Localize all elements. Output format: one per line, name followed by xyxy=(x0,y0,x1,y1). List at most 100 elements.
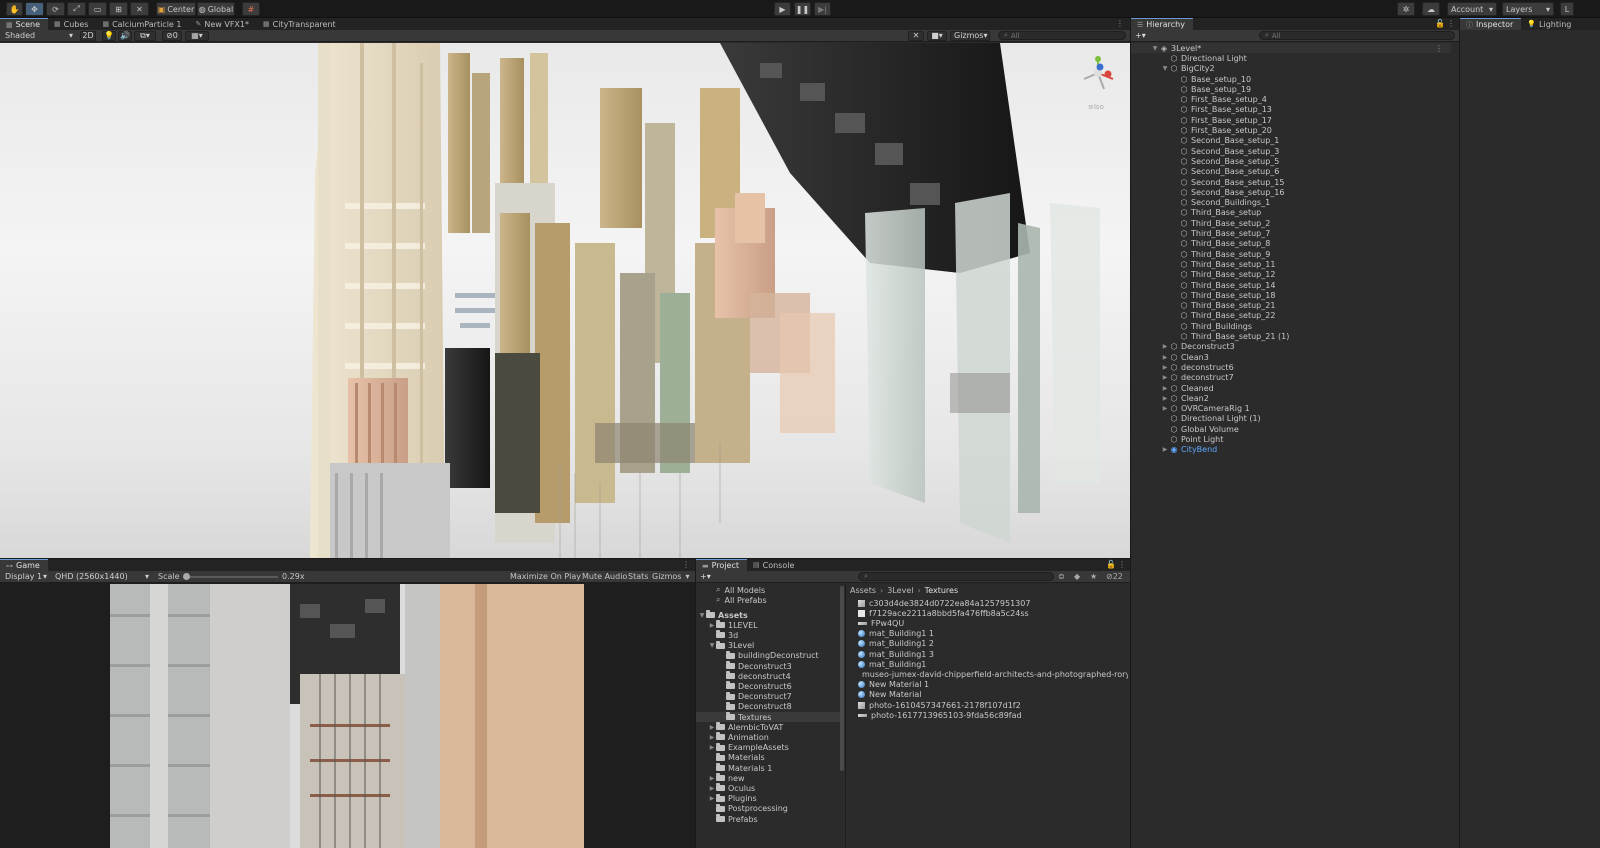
collapse-arrow-icon[interactable]: ▶ xyxy=(708,795,716,802)
expand-arrow-icon[interactable]: ▼ xyxy=(708,642,716,649)
grid-snap-icon[interactable]: # xyxy=(242,2,260,16)
shading-mode-dropdown[interactable]: Shaded ▾ xyxy=(2,31,76,41)
hierarchy-item[interactable]: ⬡ First_Base_setup_17 xyxy=(1131,115,1451,125)
hierarchy-item[interactable]: ⬡ Base_setup_19 xyxy=(1131,84,1451,94)
hierarchy-item[interactable]: ⬡ Third_Buildings xyxy=(1131,321,1451,331)
breadcrumb-3level[interactable]: 3Level xyxy=(887,586,913,595)
favorite-all-prefabs[interactable]: ⌕ All Prefabs xyxy=(716,595,767,605)
scale-slider[interactable] xyxy=(183,573,278,580)
game-gizmos-dropdown[interactable]: Gizmos ▾ xyxy=(652,572,690,581)
folder-tree-item[interactable]: ▶ new xyxy=(696,773,840,783)
hierarchy-item[interactable]: ▶ ⬡ OVRCameraRig 1 xyxy=(1131,404,1451,414)
hierarchy-item[interactable]: ⬡ Third_Base_setup_8 xyxy=(1131,239,1451,249)
search-by-label-icon[interactable]: ◆ xyxy=(1074,572,1080,581)
hierarchy-item[interactable]: ⬡ Second_Base_setup_15 xyxy=(1131,177,1451,187)
rect-tool-icon[interactable]: ▭ xyxy=(88,2,107,16)
maximize-on-play-toggle[interactable]: Maximize On Play xyxy=(510,572,581,581)
collapse-arrow-icon[interactable]: ▶ xyxy=(708,724,716,731)
scene-viewport[interactable]: ≡Iso xyxy=(0,43,1130,558)
hierarchy-item[interactable]: ⬡ Global Volume xyxy=(1131,424,1451,434)
lock-icon[interactable]: 🔓 xyxy=(1106,560,1116,569)
2d-toggle[interactable]: 2D xyxy=(80,30,96,41)
add-object-icon[interactable]: +▾ xyxy=(1135,31,1146,40)
tab-calcium-particle[interactable]: ▦ CalciumParticle 1 xyxy=(96,18,189,30)
collapse-arrow-icon[interactable]: ▶ xyxy=(1161,405,1169,412)
collapse-arrow-icon[interactable]: ▶ xyxy=(708,734,716,741)
project-search-input[interactable]: ⌕ xyxy=(858,572,1054,581)
move-tool-icon[interactable]: ✥ xyxy=(25,2,44,16)
expand-arrow-icon[interactable]: ▼ xyxy=(1151,45,1159,52)
folder-tree-item[interactable]: Textures xyxy=(696,712,840,723)
hierarchy-item[interactable]: ▶ ◉ CityBend xyxy=(1131,445,1451,455)
asset-item[interactable]: New Material xyxy=(858,690,1128,700)
tab-console[interactable]: ▤ Console xyxy=(747,559,802,571)
tab-hierarchy[interactable]: ☰ Hierarchy xyxy=(1131,18,1193,30)
tab-inspector[interactable]: ⓘ Inspector xyxy=(1460,18,1522,30)
hierarchy-item[interactable]: ⬡ Second_Buildings_1 xyxy=(1131,198,1451,208)
hierarchy-item[interactable]: ⬡ Third_Base_setup_21 (1) xyxy=(1131,331,1451,341)
folder-tree-item[interactable]: 3d xyxy=(696,630,840,640)
pivot-global-toggle[interactable]: ◍ Global xyxy=(197,2,235,16)
collab-icon[interactable]: ✲ xyxy=(1397,2,1415,16)
hierarchy-item[interactable]: ⬡ Point Light xyxy=(1131,434,1451,444)
hierarchy-item[interactable]: ⬡ Second_Base_setup_1 xyxy=(1131,136,1451,146)
collapse-arrow-icon[interactable]: ▶ xyxy=(1161,364,1169,371)
hierarchy-item[interactable]: ⬡ First_Base_setup_20 xyxy=(1131,125,1451,135)
tab-city-transparent[interactable]: ▦ CityTransparent xyxy=(257,18,344,30)
folder-tree-item[interactable]: Deconstruct6 xyxy=(696,681,840,691)
hierarchy-item[interactable]: ⬡ Third_Base_setup_18 xyxy=(1131,290,1451,300)
hierarchy-item[interactable]: ▶ ⬡ Clean3 xyxy=(1131,352,1451,362)
account-dropdown[interactable]: Account ▾ xyxy=(1447,2,1497,16)
lock-icon[interactable]: 🔓 xyxy=(1435,19,1445,28)
scene-search-input[interactable]: ⌕ All xyxy=(998,31,1126,40)
folder-tree-item[interactable]: ▶ 1LEVEL xyxy=(696,620,840,630)
folder-tree-item[interactable]: Deconstruct8 xyxy=(696,701,840,712)
hierarchy-item[interactable]: ▶ ⬡ Clean2 xyxy=(1131,393,1451,403)
pause-button[interactable]: ❚❚ xyxy=(794,2,811,16)
create-asset-icon[interactable]: +▾ xyxy=(700,572,711,581)
asset-item[interactable]: mat_Building1 1 xyxy=(858,629,1128,639)
asset-item[interactable]: mat_Building1 2 xyxy=(858,639,1128,649)
hierarchy-item[interactable]: ▶ ⬡ deconstruct6 xyxy=(1131,362,1451,372)
step-button[interactable]: ▶| xyxy=(814,2,831,16)
game-viewport[interactable] xyxy=(110,584,584,848)
folder-tree-item[interactable]: Materials xyxy=(696,752,840,763)
projection-label[interactable]: ≡Iso xyxy=(1088,103,1104,111)
hierarchy-item[interactable]: ⬡ Third_Base_setup_22 xyxy=(1131,311,1451,321)
folder-tree-item[interactable]: ▶ ExampleAssets xyxy=(696,742,840,753)
tab-lighting[interactable]: 💡 Lighting xyxy=(1521,18,1579,30)
more-menu-icon[interactable]: ⋮ xyxy=(1116,19,1124,28)
folder-tree-item[interactable]: ▶ Oculus xyxy=(696,783,840,793)
asset-item[interactable]: photo-1617713965103-9fda56c89fad xyxy=(858,710,1128,720)
folder-tree-item[interactable]: Deconstruct3 xyxy=(696,661,840,671)
mute-audio-toggle[interactable]: Mute Audio xyxy=(582,572,627,581)
layers-dropdown[interactable]: Layers ▾ xyxy=(1502,2,1554,16)
scale-tool-icon[interactable]: ⤢ xyxy=(67,2,86,16)
pivot-center-toggle[interactable]: ▣ Center xyxy=(156,2,196,16)
hierarchy-item[interactable]: ⬡ Second_Base_setup_5 xyxy=(1131,156,1451,166)
hierarchy-item[interactable]: ⬡ Third_Base_setup_2 xyxy=(1131,218,1451,228)
expand-arrow-icon[interactable]: ▼ xyxy=(698,612,706,619)
folder-tree-item[interactable]: Deconstruct7 xyxy=(696,691,840,702)
scale-slider-thumb[interactable] xyxy=(183,573,190,580)
hidden-packages-toggle[interactable]: ⊘ 22 xyxy=(1106,572,1123,581)
folder-tree-scrollbar[interactable] xyxy=(840,586,844,771)
folder-tree-item[interactable]: ▶ AlembicToVAT xyxy=(696,722,840,732)
folder-tree-item[interactable]: ▶ Plugins xyxy=(696,793,840,804)
collapse-arrow-icon[interactable]: ▶ xyxy=(1161,446,1169,453)
hand-tool-icon[interactable]: ✋ xyxy=(6,2,23,16)
collapse-arrow-icon[interactable]: ▶ xyxy=(708,622,716,629)
hierarchy-item[interactable]: ⬡ Directional Light (1) xyxy=(1131,414,1451,424)
gizmos-dropdown[interactable]: Gizmos ▾ xyxy=(950,30,990,41)
collapse-arrow-icon[interactable]: ▶ xyxy=(1161,343,1169,350)
asset-item[interactable]: New Material 1 xyxy=(858,680,1128,690)
hierarchy-item[interactable]: ⬡ Third_Base_setup xyxy=(1131,208,1451,218)
breadcrumb-assets[interactable]: Assets xyxy=(850,586,876,595)
folder-tree-item[interactable]: Materials 1 xyxy=(696,763,840,773)
more-menu-icon[interactable]: ⋮ xyxy=(1118,560,1126,569)
more-menu-icon[interactable]: ⋮ xyxy=(1447,19,1455,28)
hierarchy-item[interactable]: ▶ ⬡ Deconstruct3 xyxy=(1131,342,1451,352)
hierarchy-item[interactable]: ⬡ Third_Base_setup_21 xyxy=(1131,301,1451,311)
asset-item[interactable]: mat_Building1 xyxy=(858,659,1128,669)
rotate-tool-icon[interactable]: ⟳ xyxy=(46,2,65,16)
